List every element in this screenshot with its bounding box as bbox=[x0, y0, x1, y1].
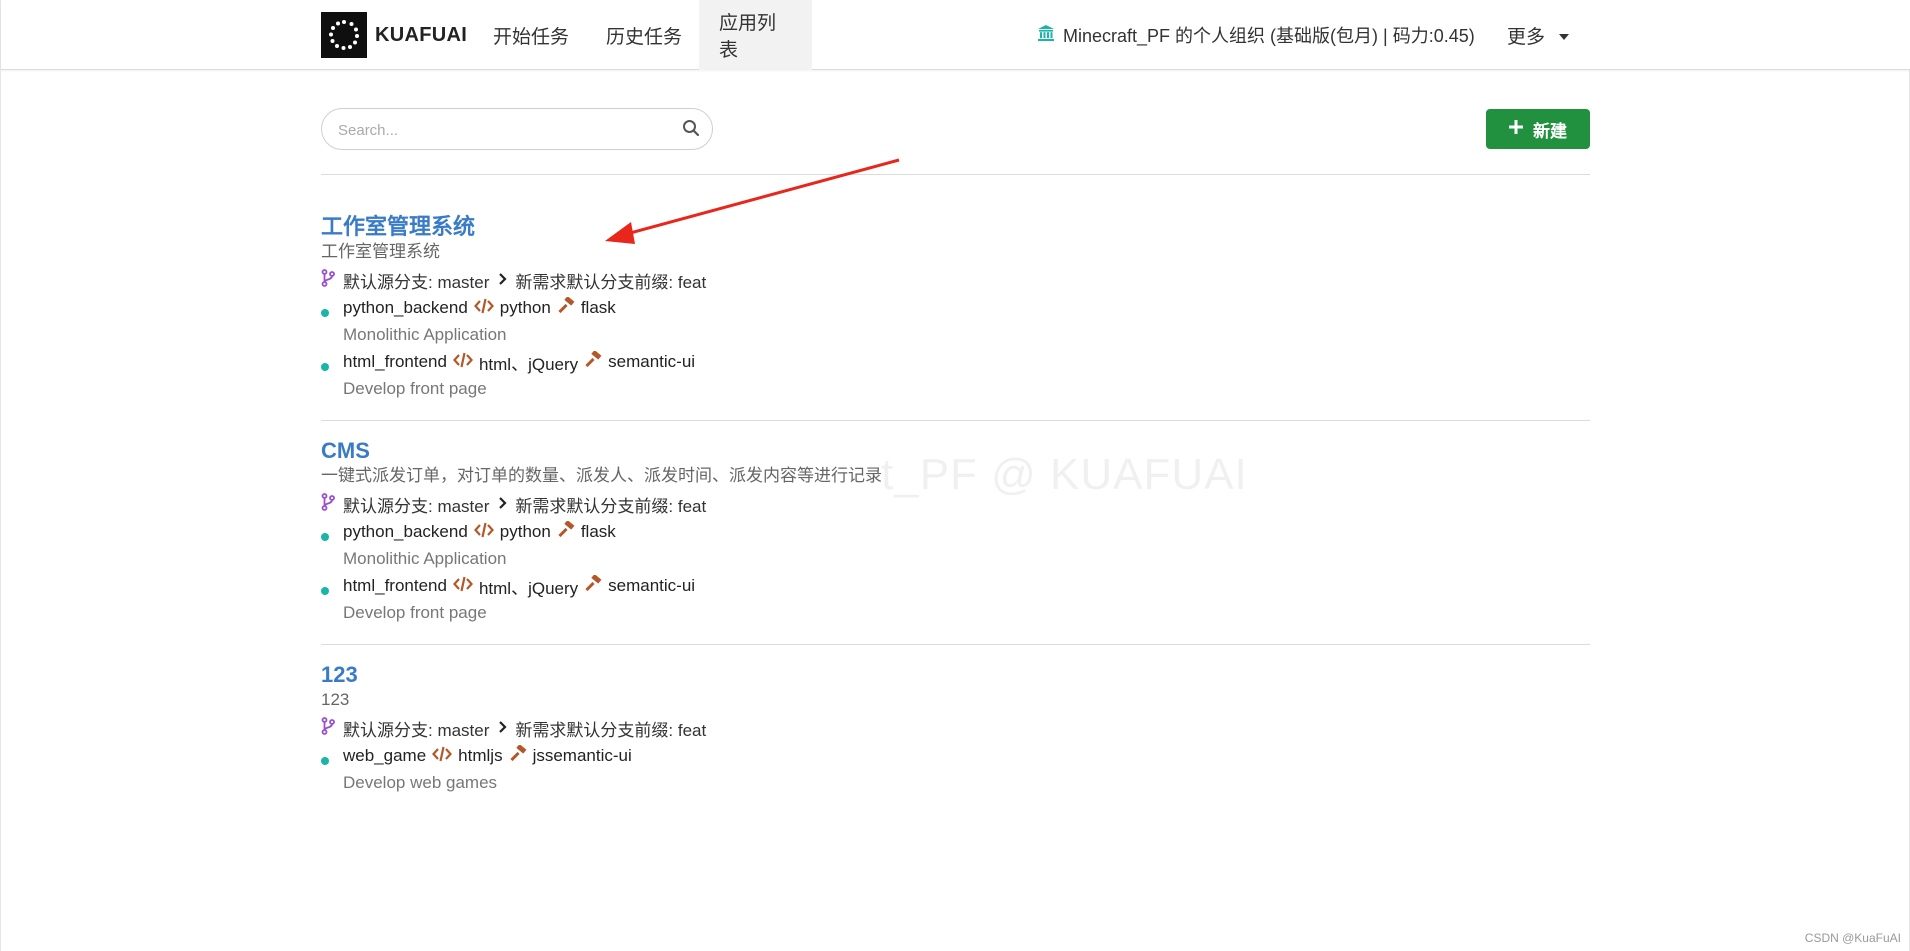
app-description: 一键式派发订单，对订单的数量、派发人、派发时间、派发内容等进行记录 bbox=[321, 466, 882, 485]
service-language: html、jQuery bbox=[478, 354, 579, 374]
app-card: 123 123 默认源分支: master 新需求默认分支前缀: feat we… bbox=[321, 660, 1590, 796]
code-icon bbox=[452, 576, 473, 597]
service-item: python_backend python flask bbox=[321, 518, 1590, 546]
status-dot bbox=[321, 363, 329, 371]
default-source-branch: 默认源分支: master bbox=[343, 272, 490, 292]
hammer-icon bbox=[509, 743, 527, 768]
service-name: html_frontend bbox=[343, 576, 447, 595]
app-card: 工作室管理系统 工作室管理系统 默认源分支: master 新需求默认分支前缀:… bbox=[321, 212, 1590, 402]
search-icon[interactable] bbox=[682, 119, 700, 142]
service-language: htmljs bbox=[458, 746, 503, 765]
organization-info[interactable]: Minecraft_PF 的个人组织 (基础版(包月) | 码力:0.45) bbox=[1037, 0, 1475, 70]
divider bbox=[321, 644, 1590, 645]
new-button-label: 新建 bbox=[1533, 121, 1567, 141]
divider bbox=[321, 174, 1590, 175]
service-language: html、jQuery bbox=[478, 578, 579, 598]
more-dropdown[interactable]: 更多 bbox=[1507, 0, 1570, 70]
chevron-right-icon bbox=[497, 270, 507, 290]
app-description: 工作室管理系统 bbox=[321, 242, 440, 261]
status-dot bbox=[321, 309, 329, 317]
new-branch-prefix: 新需求默认分支前缀: feat bbox=[515, 496, 707, 516]
search-input[interactable] bbox=[336, 109, 660, 151]
service-subtitle: Monolithic Application bbox=[343, 325, 507, 344]
more-label: 更多 bbox=[1507, 26, 1546, 48]
code-icon bbox=[452, 352, 473, 373]
status-dot bbox=[321, 533, 329, 541]
service-framework: flask bbox=[580, 522, 616, 541]
app-description: 123 bbox=[321, 690, 350, 709]
nav-start-task[interactable]: 开始任务 bbox=[473, 0, 589, 70]
institution-icon bbox=[1037, 24, 1055, 47]
service-name: html_frontend bbox=[343, 352, 447, 371]
default-source-branch: 默认源分支: master bbox=[343, 720, 490, 740]
hammer-icon bbox=[557, 295, 575, 320]
page: KUAFUAI 开始任务 历史任务 应用列表 Minecraft_PF 的个人组… bbox=[0, 0, 1910, 951]
app-card: CMS 一键式派发订单，对订单的数量、派发人、派发时间、派发内容等进行记录 默认… bbox=[321, 436, 1590, 626]
plus-icon bbox=[1509, 119, 1523, 139]
service-name: python_backend bbox=[343, 298, 468, 317]
caret-down-icon bbox=[1559, 24, 1570, 46]
service-framework: flask bbox=[580, 298, 616, 317]
app-title[interactable]: 123 bbox=[321, 660, 1590, 690]
code-icon bbox=[432, 746, 453, 767]
chevron-right-icon bbox=[497, 718, 507, 738]
service-language: python bbox=[499, 522, 551, 541]
code-branch-icon bbox=[321, 268, 335, 292]
service-name: web_game bbox=[343, 746, 427, 765]
brand-name: KUAFUAI bbox=[375, 23, 468, 46]
organization-label: Minecraft_PF 的个人组织 (基础版(包月) | 码力:0.45) bbox=[1063, 26, 1475, 46]
default-source-branch: 默认源分支: master bbox=[343, 496, 490, 516]
top-navbar: KUAFUAI 开始任务 历史任务 应用列表 Minecraft_PF 的个人组… bbox=[1, 0, 1910, 70]
status-dot bbox=[321, 587, 329, 595]
branch-info: 默认源分支: master 新需求默认分支前缀: feat bbox=[321, 714, 1590, 742]
kuafuai-logo-icon bbox=[321, 12, 367, 58]
search-box bbox=[321, 108, 713, 151]
service-name: python_backend bbox=[343, 522, 468, 541]
hammer-icon bbox=[557, 519, 575, 544]
code-branch-icon bbox=[321, 716, 335, 740]
hammer-icon bbox=[584, 573, 602, 598]
branch-info: 默认源分支: master 新需求默认分支前缀: feat bbox=[321, 266, 1590, 294]
service-subtitle: Develop web games bbox=[343, 773, 498, 792]
app-title[interactable]: 工作室管理系统 bbox=[321, 212, 1590, 242]
code-icon bbox=[473, 298, 494, 319]
brand[interactable]: KUAFUAI bbox=[321, 12, 467, 58]
hammer-icon bbox=[584, 349, 602, 374]
app-title[interactable]: CMS bbox=[321, 436, 1590, 466]
service-item: html_frontend html、jQuery semantic-ui bbox=[321, 572, 1590, 600]
new-branch-prefix: 新需求默认分支前缀: feat bbox=[515, 272, 707, 292]
new-branch-prefix: 新需求默认分支前缀: feat bbox=[515, 720, 707, 740]
chevron-right-icon bbox=[497, 494, 507, 514]
divider bbox=[321, 420, 1590, 421]
service-framework: jssemantic-ui bbox=[532, 746, 632, 765]
footer-credit: CSDN @KuaFuAI bbox=[1804, 931, 1901, 945]
status-dot bbox=[321, 757, 329, 765]
code-branch-icon bbox=[321, 492, 335, 516]
service-item: html_frontend html、jQuery semantic-ui bbox=[321, 348, 1590, 376]
service-item: python_backend python flask bbox=[321, 294, 1590, 322]
service-item: web_game htmljs jssemantic-ui bbox=[321, 742, 1590, 770]
service-framework: semantic-ui bbox=[608, 576, 696, 595]
branch-info: 默认源分支: master 新需求默认分支前缀: feat bbox=[321, 490, 1590, 518]
service-subtitle: Monolithic Application bbox=[343, 549, 507, 568]
nav-history-tasks[interactable]: 历史任务 bbox=[586, 0, 702, 70]
service-language: python bbox=[499, 298, 551, 317]
new-app-button[interactable]: 新建 bbox=[1486, 109, 1590, 149]
nav-app-list[interactable]: 应用列表 bbox=[699, 0, 812, 70]
service-subtitle: Develop front page bbox=[343, 603, 487, 622]
code-icon bbox=[473, 522, 494, 543]
service-subtitle: Develop front page bbox=[343, 379, 487, 398]
service-framework: semantic-ui bbox=[608, 352, 696, 371]
